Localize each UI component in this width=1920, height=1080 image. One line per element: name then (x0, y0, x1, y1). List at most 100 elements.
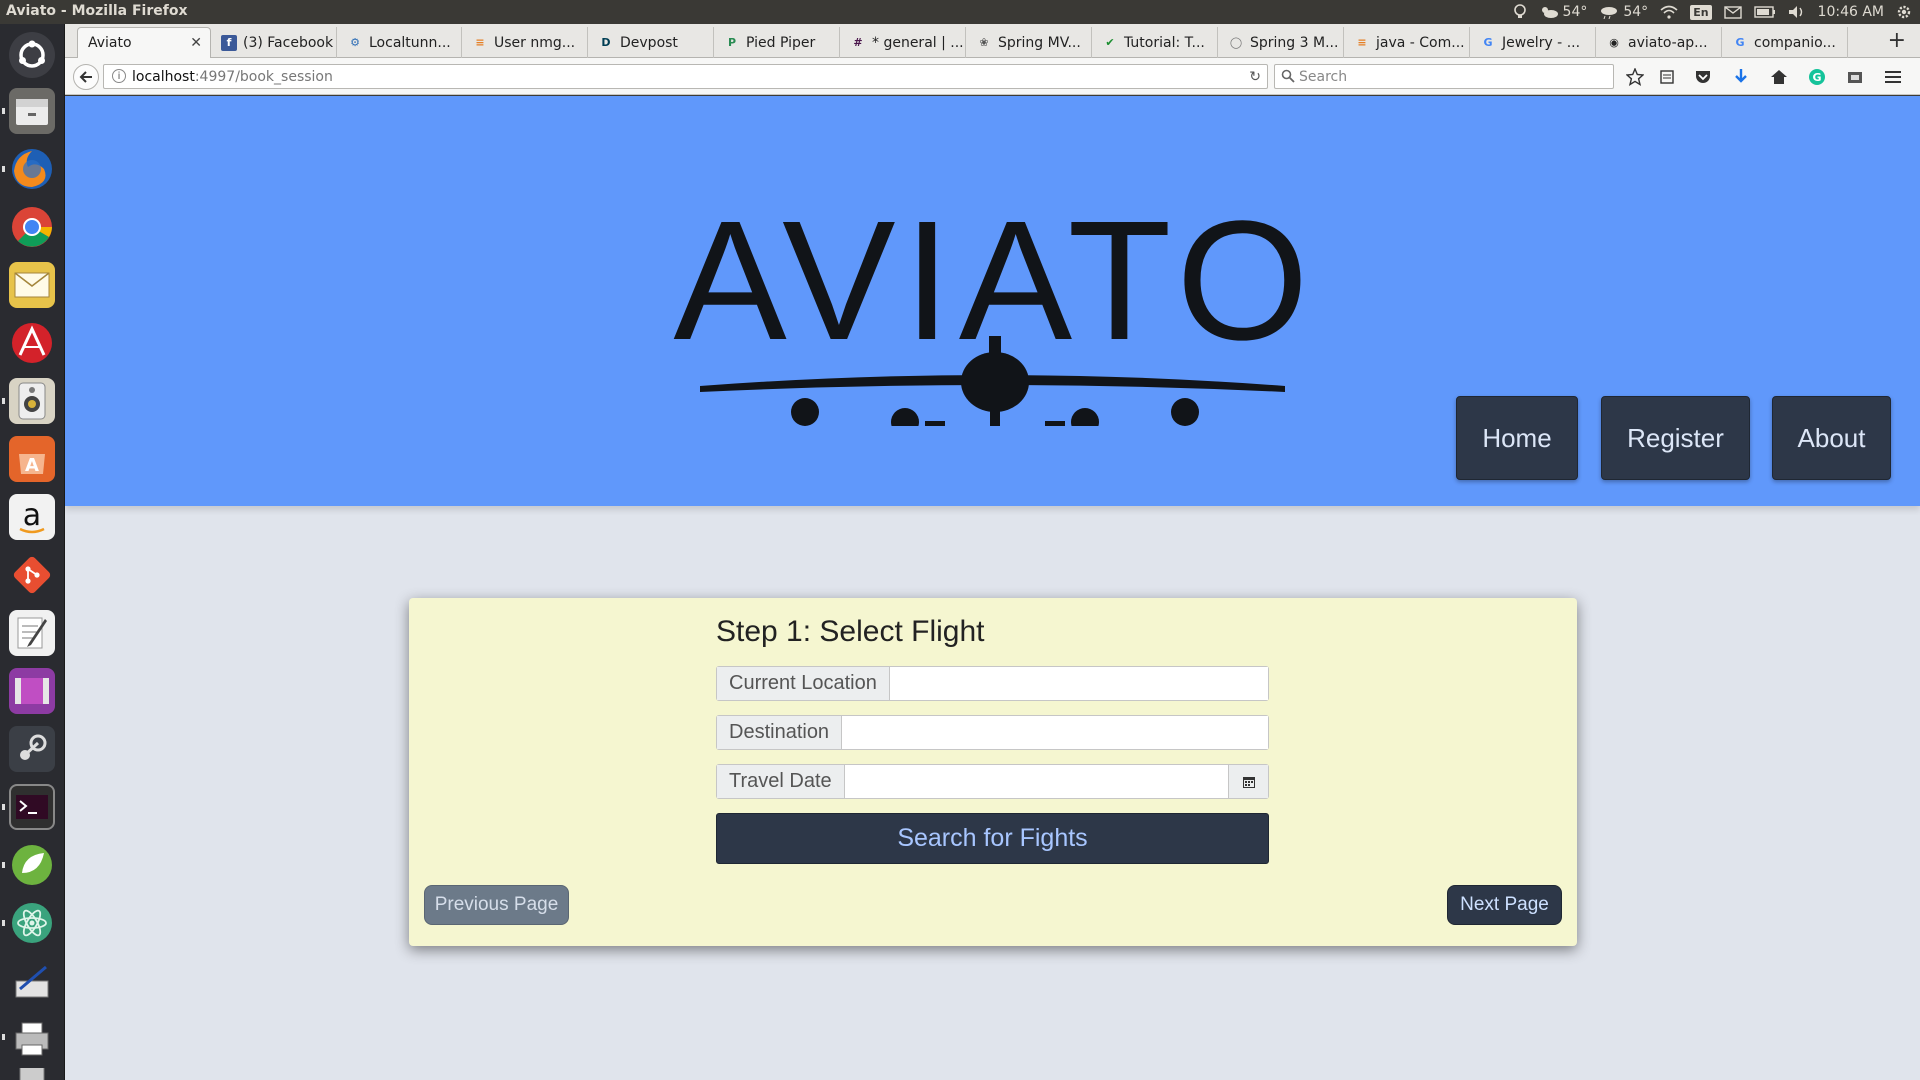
bookmark-star-icon[interactable] (1625, 67, 1645, 87)
check-icon: ✔ (1105, 36, 1115, 49)
next-page-button[interactable]: Next Page (1447, 885, 1562, 925)
tab-spring-mvc[interactable]: ❀ Spring MV... (966, 27, 1092, 58)
current-location-input[interactable] (889, 667, 1268, 700)
back-button[interactable] (73, 64, 99, 90)
running-indicator (2, 166, 5, 172)
tab-label: (3) Facebook (243, 34, 334, 51)
tab-facebook[interactable]: f (3) Facebook (211, 27, 337, 58)
tab-java[interactable]: ≡ java - Com... (1344, 27, 1470, 58)
grammarly-icon[interactable]: G (1807, 67, 1827, 87)
video-app-icon[interactable] (9, 668, 55, 714)
indicator-area: 54° 54° En 10:46 AM (1513, 0, 1912, 24)
pocket-icon[interactable] (1693, 67, 1713, 87)
tab-aviato-app[interactable]: ◉ aviato-ap... (1596, 27, 1722, 58)
lightbulb-icon[interactable] (1513, 4, 1527, 20)
nav-about-button[interactable]: About (1772, 396, 1891, 480)
tab-label: * general | ... (872, 34, 964, 51)
tab-label: companio... (1754, 34, 1836, 51)
info-icon[interactable]: i (112, 69, 126, 83)
running-indicator (2, 398, 5, 404)
tab-label: aviato-ap... (1628, 34, 1708, 51)
tab-slack[interactable]: # * general | ... (840, 27, 966, 58)
trash-icon[interactable] (9, 1068, 55, 1080)
piedpiper-icon: P (727, 36, 737, 49)
software-center-icon[interactable]: A (9, 436, 55, 482)
weather-indicator-2[interactable]: 54° (1599, 4, 1648, 20)
extension-icon[interactable] (1845, 67, 1865, 87)
text-editor-icon[interactable] (9, 610, 55, 656)
volume-icon[interactable] (1788, 5, 1806, 19)
destination-group: Destination (716, 715, 1269, 750)
ubuntu-launcher: A a (0, 24, 65, 1080)
tab-spring3[interactable]: ◯ Spring 3 M... (1218, 27, 1344, 58)
destination-input[interactable] (842, 716, 1268, 749)
clock[interactable]: 10:46 AM (1818, 4, 1884, 20)
drawing-app-icon[interactable] (9, 958, 55, 1004)
localtunnel-icon: ⚙ (350, 36, 360, 49)
reading-list-icon[interactable] (1657, 67, 1677, 87)
stackoverflow-icon: ≡ (475, 36, 485, 49)
weather-indicator-1[interactable]: 54° (1539, 4, 1587, 20)
git-icon[interactable] (9, 552, 55, 598)
new-tab-plus-icon[interactable]: + (1888, 28, 1906, 53)
search-placeholder: Search (1299, 68, 1348, 85)
aviato-logo: AVIATO (605, 196, 1385, 426)
weather-temp-2: 54° (1623, 4, 1649, 20)
vector-app-icon[interactable] (9, 320, 55, 366)
tab-localtunnel[interactable]: ⚙ Localtunn... (337, 27, 462, 58)
travel-date-input[interactable] (844, 765, 1228, 798)
booking-card: Step 1: Select Flight Current Location D… (409, 598, 1577, 946)
github-icon: ◉ (1609, 36, 1619, 49)
tab-jewelry[interactable]: G Jewelry - ... (1470, 27, 1596, 58)
tab-label: Localtunn... (369, 34, 451, 51)
nav-register-button[interactable]: Register (1601, 396, 1750, 480)
nav-home-button[interactable]: Home (1456, 396, 1578, 480)
reload-icon[interactable]: ↻ (1249, 69, 1261, 85)
mail-client-icon[interactable] (9, 262, 55, 308)
atom-icon[interactable] (9, 900, 55, 946)
url-bar[interactable]: i localhost:4997/book_session ↻ (103, 64, 1268, 89)
current-location-group: Current Location (716, 666, 1269, 701)
tab-aviato[interactable]: Aviato ✕ (77, 27, 211, 58)
search-bar[interactable]: Search (1274, 64, 1614, 89)
hamburger-menu-icon[interactable] (1883, 67, 1903, 87)
download-icon[interactable] (1731, 67, 1751, 87)
step-title: Step 1: Select Flight (716, 615, 985, 648)
mail-icon[interactable] (1723, 5, 1742, 19)
files-icon[interactable] (9, 88, 55, 134)
current-location-label: Current Location (717, 667, 890, 700)
calendar-icon[interactable] (1228, 765, 1268, 798)
wifi-icon[interactable] (1660, 5, 1678, 19)
battery-icon[interactable] (1753, 6, 1776, 18)
search-icon (1281, 69, 1295, 83)
url-host: localhost (132, 68, 195, 85)
spring-tool-suite-icon[interactable] (9, 842, 55, 888)
firefox-icon[interactable] (9, 146, 55, 192)
printer-app-icon[interactable] (9, 1016, 55, 1062)
spring-icon: ◯ (1229, 36, 1243, 49)
tab-companion[interactable]: G companio... (1722, 27, 1848, 58)
window-title: Aviato - Mozilla Firefox (6, 3, 188, 19)
tab-label: java - Com... (1376, 34, 1465, 51)
chrome-icon[interactable] (9, 204, 55, 250)
previous-page-button[interactable]: Previous Page (424, 885, 569, 925)
speaker-app-icon[interactable] (9, 378, 55, 424)
tab-tutorial[interactable]: ✔ Tutorial: T... (1092, 27, 1218, 58)
amazon-icon[interactable]: a (9, 494, 55, 540)
tab-pied-piper[interactable]: P Pied Piper (714, 27, 840, 58)
tab-label: Spring 3 M... (1250, 34, 1339, 51)
tab-user[interactable]: ≡ User nmg... (462, 27, 588, 58)
keyboard-layout-indicator[interactable]: En (1690, 4, 1712, 20)
tab-devpost[interactable]: D Devpost (588, 27, 714, 58)
settings-gear-icon[interactable] (1896, 4, 1912, 20)
dash-home-icon[interactable] (9, 32, 55, 78)
home-icon[interactable] (1769, 67, 1789, 87)
browser-nav-bar: i localhost:4997/book_session ↻ Search G (65, 58, 1920, 95)
url-path: :4997/book_session (194, 68, 333, 85)
steam-icon[interactable] (9, 726, 55, 772)
close-tab-icon[interactable]: ✕ (190, 35, 202, 51)
tab-label: Jewelry - ... (1502, 34, 1581, 51)
destination-label: Destination (717, 716, 843, 749)
terminal-icon[interactable] (9, 784, 55, 830)
search-flights-button[interactable]: Search for Fights (716, 813, 1269, 864)
